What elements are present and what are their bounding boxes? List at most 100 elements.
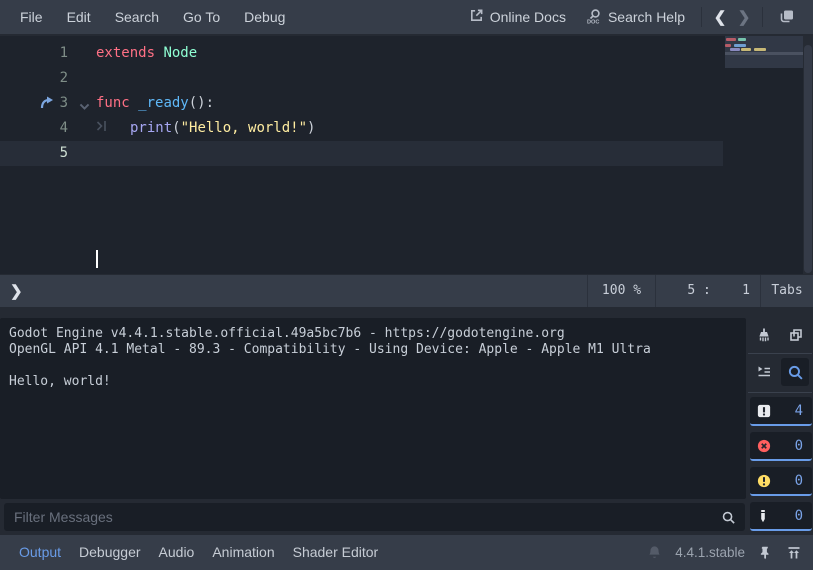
bottom-panel-bar: OutputDebuggerAudioAnimationShader Edito… — [0, 535, 813, 570]
show-search-toggle[interactable] — [781, 358, 809, 386]
tool-separator — [748, 392, 812, 393]
menu-search[interactable]: Search — [103, 0, 171, 34]
menu-separator — [762, 7, 763, 27]
menu-bar-right: Online Docs DOC Search Help ❮ ❯ — [459, 0, 813, 34]
filter-messages-input[interactable] — [4, 509, 721, 525]
search-icon — [721, 510, 745, 525]
scripts-panel-toggle[interactable]: ❯ — [0, 282, 23, 300]
help-search-icon: DOC — [586, 8, 602, 27]
minimap-block — [726, 38, 736, 41]
text-caret — [96, 250, 98, 268]
warning-circle-icon — [757, 474, 771, 488]
menu-separator — [701, 7, 702, 27]
copy-output-button[interactable] — [782, 321, 810, 349]
code-line-5[interactable]: 5 — [0, 141, 813, 166]
code-token: extends — [96, 45, 155, 61]
menu-edit[interactable]: Edit — [55, 0, 103, 34]
code-line-text: extends Node — [96, 41, 197, 66]
messages-count: 4 — [795, 403, 803, 419]
line-number: 1 — [0, 41, 68, 66]
bottom-tab-debugger[interactable]: Debugger — [70, 535, 149, 570]
bottom-tab-animation[interactable]: Animation — [203, 535, 282, 570]
pin-bottom-panel-icon[interactable] — [758, 545, 773, 560]
svg-text:DOC: DOC — [587, 19, 599, 24]
collapse-duplicates-button[interactable] — [750, 358, 778, 386]
zoom-level[interactable]: 100 % — [587, 275, 655, 307]
line-number: 5 — [0, 141, 68, 166]
filter-toggle-messages[interactable]: 4 — [750, 397, 812, 426]
line-number: 3 — [0, 91, 68, 116]
clear-output-button[interactable] — [750, 321, 778, 349]
bottom-tab-audio[interactable]: Audio — [150, 535, 203, 570]
search-help-label: Search Help — [608, 9, 685, 25]
make-floating-button[interactable] — [769, 0, 805, 34]
minimap-block — [734, 44, 746, 47]
tool-separator — [748, 353, 812, 354]
minimap-block — [754, 48, 766, 51]
history-back-button[interactable]: ❮ — [708, 8, 732, 26]
minimap-viewport — [725, 36, 803, 68]
minimap-block — [738, 38, 746, 41]
minimap-block — [741, 48, 751, 51]
code-minimap[interactable] — [725, 36, 803, 274]
filter-toggle-warnings[interactable]: 0 — [750, 467, 812, 496]
bottom-panel-tabs: OutputDebuggerAudioAnimationShader Edito… — [0, 535, 387, 570]
external-link-icon — [469, 8, 484, 26]
filter-messages-box — [4, 503, 745, 531]
code-line-1[interactable]: 1 extends Node — [0, 41, 813, 66]
code-line-text: print("Hello, world!") — [96, 116, 315, 141]
script-code-editor[interactable]: 1 extends Node 23 func _ready(): 4 print("Hel… — [0, 36, 813, 274]
warnings-count: 0 — [795, 473, 803, 489]
fold-chevron-icon[interactable] — [78, 97, 91, 110]
notifications-bell-icon[interactable] — [647, 545, 662, 560]
search-help-button[interactable]: DOC Search Help — [576, 0, 695, 34]
menu-bar: FileEditSearchGo ToDebug Online Docs DOC… — [0, 0, 813, 34]
error-circle-icon — [757, 439, 771, 453]
code-token: (): — [189, 95, 214, 111]
code-token: print — [130, 120, 172, 136]
code-token: "Hello, world!" — [181, 120, 307, 136]
code-line-4[interactable]: 4 print("Hello, world!") — [0, 116, 813, 141]
menu-debug[interactable]: Debug — [232, 0, 297, 34]
editor-scrollbar-grabber[interactable] — [804, 45, 812, 273]
bottom-tab-shader-editor[interactable]: Shader Editor — [284, 535, 387, 570]
menu-go-to[interactable]: Go To — [171, 0, 232, 34]
minimap-block — [730, 48, 740, 51]
pencil-icon — [757, 509, 769, 523]
errors-count: 0 — [795, 438, 803, 454]
history-forward-button[interactable]: ❯ — [732, 8, 756, 26]
expand-bottom-panel-icon[interactable] — [786, 545, 802, 561]
code-token: ) — [307, 120, 315, 136]
online-docs-label: Online Docs — [490, 9, 566, 25]
main-menus: FileEditSearchGo ToDebug — [0, 0, 297, 34]
tab-indent-icon — [96, 116, 130, 141]
line-number: 2 — [0, 66, 68, 91]
editor-count: 0 — [795, 508, 803, 524]
editor-scrollbar[interactable] — [803, 36, 813, 274]
code-line-3[interactable]: 3 func _ready(): — [0, 91, 813, 116]
code-line-2[interactable]: 2 — [0, 66, 813, 91]
indent-type: Tabs — [760, 275, 813, 307]
engine-version-label: 4.4.1.stable — [675, 545, 745, 560]
code-token — [130, 95, 138, 111]
online-docs-button[interactable]: Online Docs — [459, 0, 576, 34]
message-square-icon — [757, 404, 771, 418]
line-number: 4 — [0, 116, 68, 141]
console-text: Godot Engine v4.4.1.stable.official.49a5… — [0, 318, 746, 398]
floating-window-icon — [779, 8, 795, 27]
editor-status-bar: ❯ 100 % 5 : 1 Tabs — [0, 275, 813, 307]
bottom-tab-output[interactable]: Output — [10, 535, 69, 570]
code-token: func — [96, 95, 130, 111]
code-token: ( — [172, 120, 180, 136]
output-console[interactable]: Godot Engine v4.4.1.stable.official.49a5… — [0, 318, 746, 499]
filter-toggle-errors[interactable]: 0 — [750, 432, 812, 461]
godot-script-editor-window: FileEditSearchGo ToDebug Online Docs DOC… — [0, 0, 813, 570]
current-line-highlight — [0, 141, 723, 166]
bottom-bar-right: 4.4.1.stable — [647, 545, 813, 561]
minimap-block — [725, 44, 731, 47]
minimap-current-line — [725, 52, 803, 55]
menu-file[interactable]: File — [8, 0, 55, 34]
code-line-text: func _ready(): — [96, 91, 214, 116]
filter-toggle-editor[interactable]: 0 — [750, 502, 812, 531]
cursor-position: 5 : 1 — [655, 275, 760, 307]
